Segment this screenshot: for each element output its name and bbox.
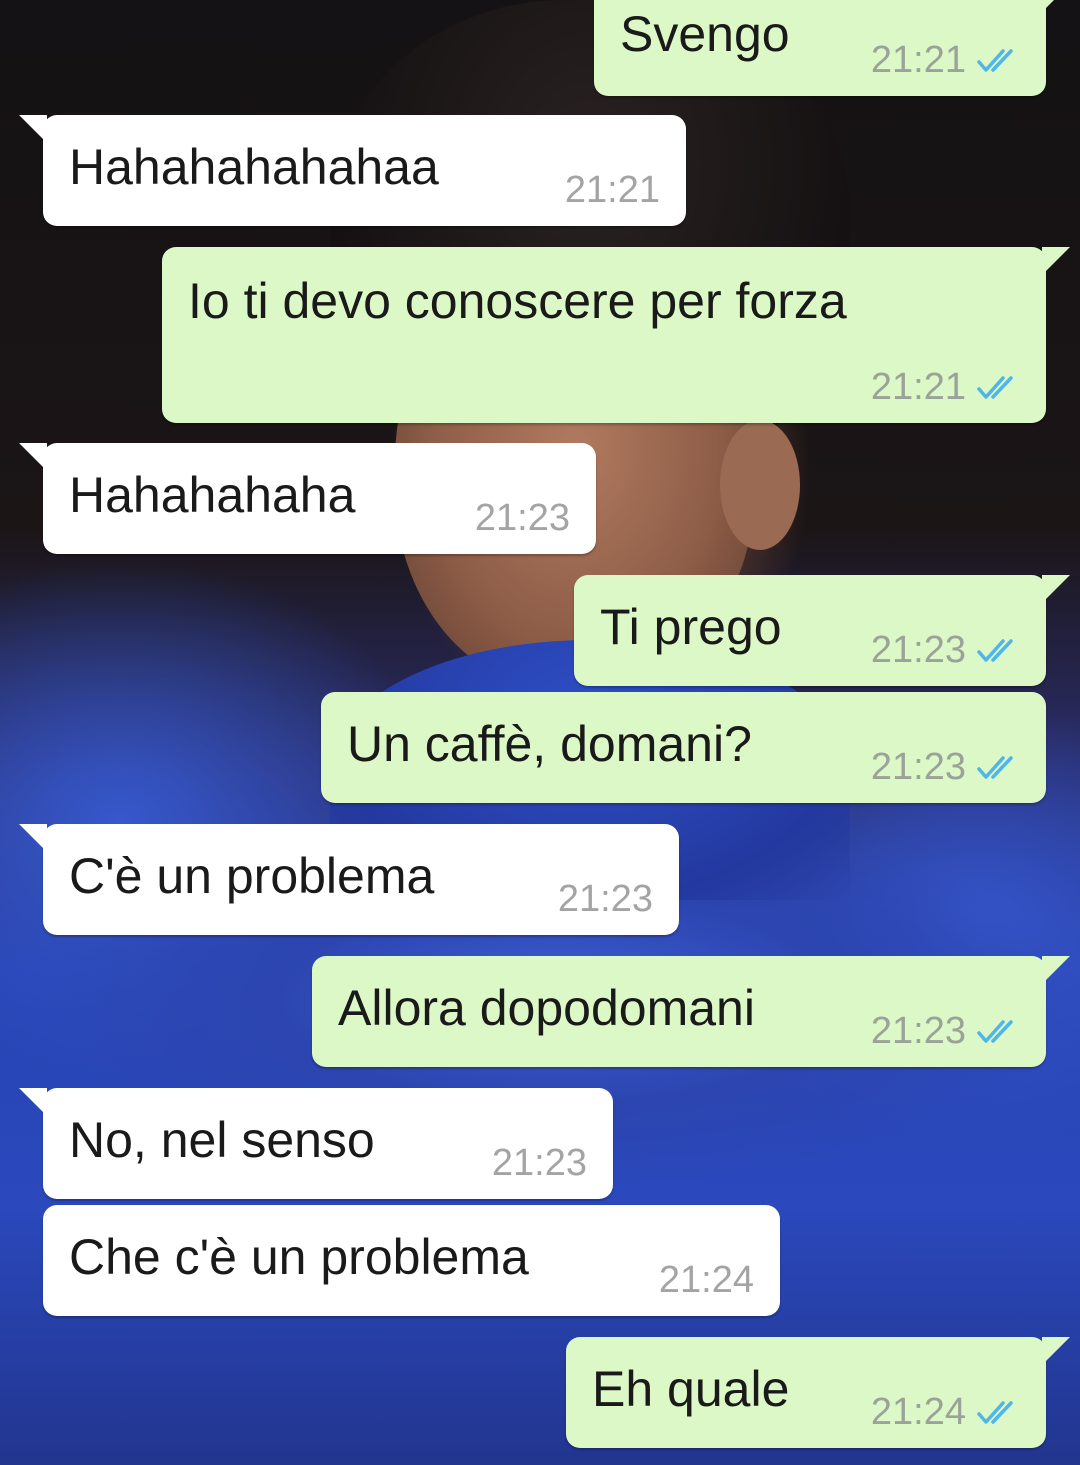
message-text: Ti prego bbox=[600, 599, 782, 655]
message-meta: 21:24 bbox=[871, 1390, 1020, 1434]
message-text: Hahahahahahaa bbox=[69, 139, 439, 195]
incoming-message[interactable]: No, nel senso 21:23 bbox=[19, 1088, 613, 1199]
message-text: Un caffè, domani? bbox=[347, 716, 752, 772]
outgoing-message[interactable]: Ti prego 21:23 bbox=[574, 575, 1070, 686]
message-meta: 21:23 bbox=[871, 745, 1020, 789]
message-text: C'è un problema bbox=[69, 848, 435, 904]
message-time: 21:21 bbox=[870, 39, 966, 81]
message-meta: 21:21 bbox=[565, 168, 660, 212]
message-time: 21:23 bbox=[870, 629, 966, 671]
message-time: 21:21 bbox=[870, 366, 966, 408]
message-meta: 21:24 bbox=[659, 1258, 754, 1302]
double-check-icon bbox=[977, 1401, 1013, 1424]
message-meta: 21:23 bbox=[871, 1009, 1020, 1053]
double-check-icon bbox=[977, 376, 1013, 399]
message-meta: 21:23 bbox=[558, 877, 653, 921]
double-check-icon bbox=[977, 49, 1013, 72]
message-meta: 21:23 bbox=[475, 496, 570, 540]
message-time: 21:23 bbox=[870, 1010, 966, 1052]
message-meta: 21:21 bbox=[871, 38, 1020, 82]
incoming-message[interactable]: Hahahahaha 21:23 bbox=[19, 443, 596, 554]
incoming-message[interactable]: Che c'è un problema 21:24 bbox=[43, 1205, 780, 1316]
message-text: Eh quale bbox=[592, 1361, 790, 1417]
double-check-icon bbox=[977, 756, 1013, 779]
outgoing-message[interactable]: Allora dopodomani 21:23 bbox=[312, 956, 1070, 1067]
message-text: No, nel senso bbox=[69, 1112, 375, 1168]
double-check-icon bbox=[977, 639, 1013, 662]
message-time: 21:21 bbox=[564, 169, 660, 211]
message-time: 21:23 bbox=[474, 497, 570, 539]
chat-message-list: Svengo 21:21 Hahahahahahaa 21:21 Io ti d… bbox=[0, 0, 1080, 1465]
outgoing-message[interactable]: Svengo 21:21 bbox=[594, 0, 1070, 96]
message-time: 21:23 bbox=[491, 1142, 587, 1184]
message-meta: 21:21 bbox=[871, 365, 1020, 409]
outgoing-message[interactable]: Eh quale 21:24 bbox=[566, 1337, 1070, 1448]
message-text: Hahahahaha bbox=[69, 467, 356, 523]
double-check-icon bbox=[977, 1020, 1013, 1043]
outgoing-message[interactable]: Io ti devo conoscere per forza 21:21 bbox=[162, 247, 1070, 423]
outgoing-message[interactable]: Un caffè, domani? 21:23 bbox=[321, 692, 1046, 803]
message-text: Che c'è un problema bbox=[69, 1229, 529, 1285]
incoming-message[interactable]: C'è un problema 21:23 bbox=[19, 824, 679, 935]
message-text: Io ti devo conoscere per forza bbox=[188, 273, 847, 329]
message-meta: 21:23 bbox=[492, 1141, 587, 1185]
message-text: Svengo bbox=[620, 6, 790, 62]
message-time: 21:24 bbox=[870, 1391, 966, 1433]
incoming-message[interactable]: Hahahahahahaa 21:21 bbox=[19, 115, 686, 226]
message-time: 21:23 bbox=[557, 878, 653, 920]
message-time: 21:24 bbox=[658, 1259, 754, 1301]
message-meta: 21:23 bbox=[871, 628, 1020, 672]
message-time: 21:23 bbox=[870, 746, 966, 788]
message-text: Allora dopodomani bbox=[338, 980, 755, 1036]
